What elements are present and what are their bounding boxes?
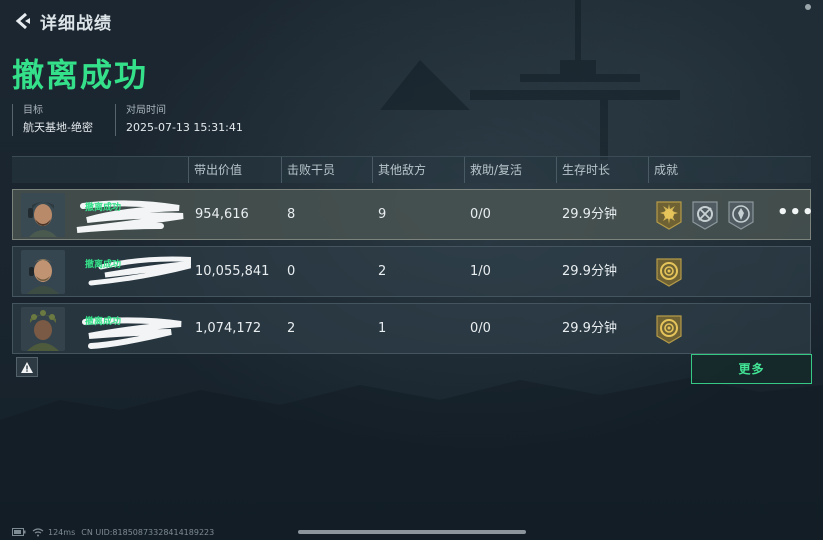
scoreboard-table: 带出价值 击败干员 其他敌方 救助/复活 生存时长 成就 撤离成功 954,61… [12,156,814,354]
table-row[interactable]: 撤离成功 10,055,841 0 2 1/0 29.9分钟 [12,246,811,297]
header-extract-value: 带出价值 [188,157,242,183]
operator-portrait-icon [21,250,65,294]
table-header: 带出价值 击败干员 其他敌方 救助/复活 生存时长 成就 [12,156,811,183]
redacted-name-scribble [88,256,191,286]
grey-crest-badge-icon[interactable] [726,200,756,230]
extract-status-tag: 撤离成功 [85,203,122,213]
header-other-enemies: 其他敌方 [372,157,426,183]
survival-time-value: 29.9分钟 [562,264,617,279]
avatar [21,250,65,294]
revive-value: 0/0 [470,321,491,336]
gold-target-badge-icon[interactable] [654,314,684,344]
header-survival-time: 生存时长 [556,157,610,183]
header-kills: 击败干员 [281,157,335,183]
time-label: 对局时间 [125,105,166,116]
report-warning-button[interactable] [16,357,38,377]
top-bar: 详细战绩 [12,8,112,34]
kills-value: 2 [287,321,296,336]
kills-value: 8 [287,207,296,222]
operator-portrait-icon [21,193,65,237]
other-enemies-value: 1 [378,321,387,336]
match-meta: 目标 航天基地-绝密 对局时间 2025-07-13 15:31:41 [12,104,265,136]
revive-value: 1/0 [470,264,491,279]
gold-burst-badge-icon[interactable] [654,200,684,230]
achievement-badges [654,200,762,230]
other-enemies-value: 2 [378,264,387,279]
extract-value: 954,616 [195,207,249,222]
redacted-name-scribble [82,317,182,349]
kills-value: 0 [287,264,296,279]
achievement-badges [654,314,690,344]
table-row[interactable]: 撤离成功 1,074,172 2 1 0/0 29.9分钟 [12,303,811,354]
back-arrow-icon [15,12,30,30]
revive-value: 0/0 [470,207,491,222]
status-bar: 124ms CN UID:8185087332841418922​3 [12,526,220,538]
survival-time-value: 29.9分钟 [562,321,617,336]
table-row[interactable]: 撤离成功 954,616 8 9 0/0 29.9分钟 ••• [12,189,814,240]
operator-portrait-icon [21,307,65,351]
avatar [21,307,65,351]
redacted-name-scribble [76,200,184,233]
extract-value: 10,055,841 [195,264,270,279]
target-info: 目标 航天基地-绝密 [12,104,93,136]
extract-value: 1,074,172 [195,321,262,336]
ping-value: 124ms [48,527,76,537]
header-revive: 救助/复活 [464,157,522,183]
other-enemies-value: 9 [378,207,387,222]
target-label: 目标 [23,105,43,116]
extract-status-tag: 撤离成功 [85,317,122,327]
row-more-options[interactable]: ••• [777,200,814,230]
back-button[interactable] [12,10,34,32]
status-dot [805,4,811,10]
survival-time-value: 29.9分钟 [562,207,617,222]
result-title: 撤离成功 [12,56,149,94]
grey-wreath-badge-icon[interactable] [690,200,720,230]
time-info: 对局时间 2025-07-13 15:31:41 [114,104,243,136]
warning-icon [21,361,33,373]
page-title: 详细战绩 [40,13,112,34]
gold-target-badge-icon[interactable] [654,257,684,287]
achievement-badges [654,257,690,287]
battery-icon [12,528,26,536]
wifi-icon [32,527,44,536]
target-value: 航天基地-绝密 [23,121,93,134]
user-uid: CN UID:8185087332841418922​3 [81,527,215,537]
extract-status-tag: 撤离成功 [85,260,122,270]
time-value: 2025-07-13 15:31:41 [125,121,243,134]
header-achievements: 成就 [648,157,678,183]
home-indicator[interactable] [298,530,526,534]
more-button[interactable]: 更多 [691,354,812,384]
avatar [21,193,65,237]
